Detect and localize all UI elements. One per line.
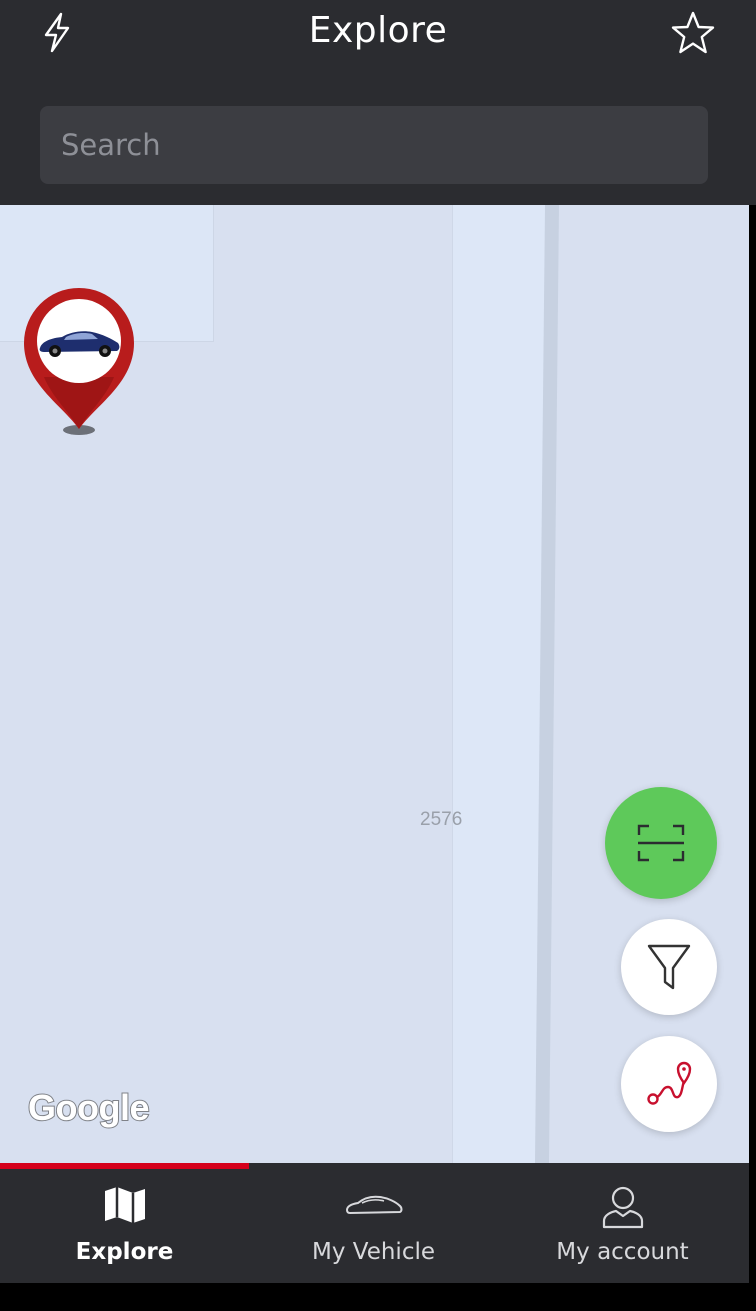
filter-icon (647, 944, 691, 990)
route-button[interactable] (621, 1036, 717, 1132)
star-icon[interactable] (670, 10, 715, 54)
tab-label: My account (556, 1239, 689, 1265)
scan-icon (637, 824, 685, 862)
bottom-tab-bar: Explore My Vehicle My account (0, 1163, 749, 1283)
google-attribution-logo: Google (27, 1086, 151, 1129)
vehicle-location-pin-icon[interactable] (22, 285, 136, 437)
tab-label: My Vehicle (311, 1239, 436, 1265)
car-icon (345, 1195, 402, 1215)
filter-button[interactable] (621, 919, 717, 1015)
search-input[interactable] (59, 127, 689, 163)
search-bar[interactable] (40, 106, 708, 184)
tab-my-account[interactable]: My account (498, 1163, 747, 1283)
map-view[interactable]: 2576 Google (0, 205, 749, 1163)
route-icon (647, 1061, 692, 1105)
road-number-label: 2576 (420, 809, 463, 830)
map-road (452, 205, 549, 1163)
scan-button[interactable] (605, 787, 717, 899)
person-icon (602, 1186, 643, 1229)
tab-my-vehicle[interactable]: My Vehicle (249, 1163, 498, 1283)
tab-explore[interactable]: Explore (0, 1163, 249, 1283)
app-header: Explore (0, 0, 756, 205)
map-icon (104, 1187, 145, 1223)
page-title: Explore (308, 10, 448, 51)
tab-label: Explore (75, 1239, 174, 1265)
